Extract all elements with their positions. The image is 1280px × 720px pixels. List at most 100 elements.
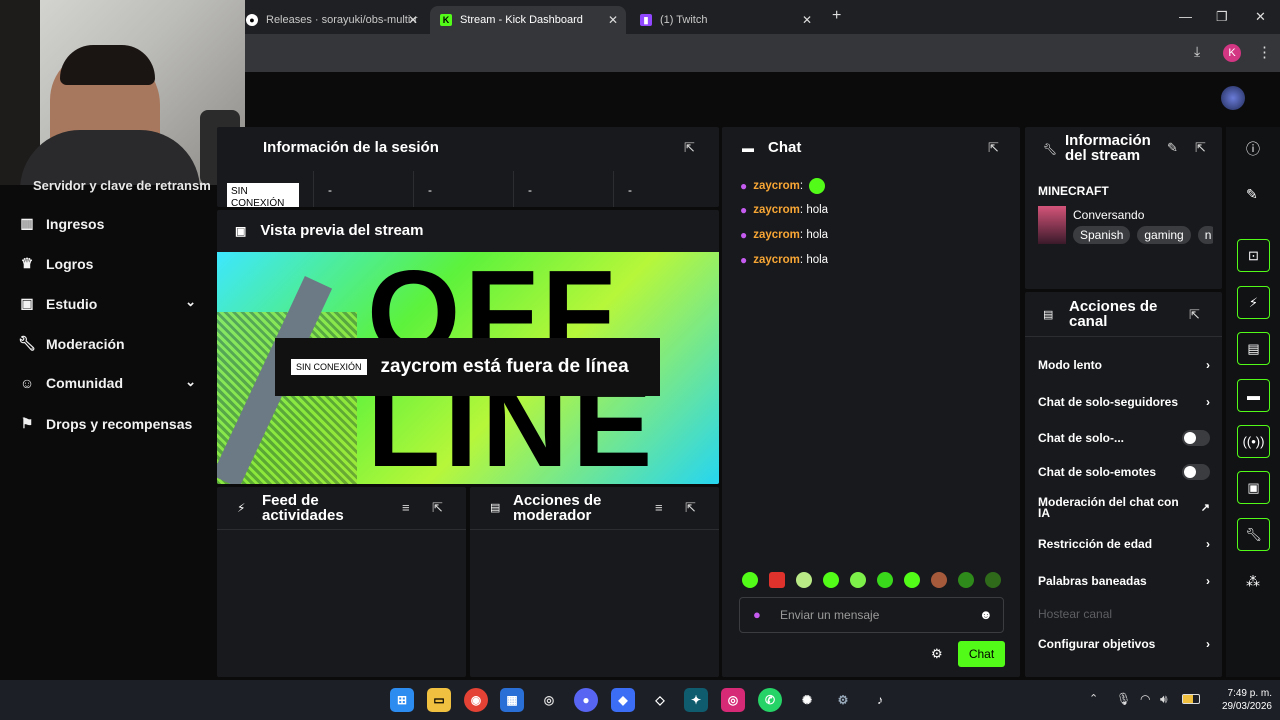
emote-icon[interactable] (904, 572, 920, 588)
lightning-icon[interactable]: ⚡︎ (1237, 286, 1270, 319)
battery-icon[interactable] (1182, 694, 1200, 704)
obs-icon[interactable]: ◎ (537, 688, 561, 712)
chat-username[interactable]: zaycrom (753, 254, 800, 266)
broadcast-icon[interactable]: ((•)) (1237, 425, 1270, 458)
volume-icon[interactable]: 🔊︎ (1160, 692, 1168, 707)
settings-gear-icon[interactable]: ⚙ (931, 646, 943, 662)
popout-icon[interactable]: ⇱ (432, 500, 443, 516)
stream-preview-header: ▣ Vista previa del stream (235, 222, 424, 239)
tiktok-icon[interactable]: ♪ (868, 688, 892, 712)
popout-icon[interactable]: ⇱ (1189, 307, 1200, 323)
sidebar-item-logros[interactable]: ♛ Logros (18, 255, 94, 272)
tag-chip[interactable]: gaming (1137, 226, 1191, 244)
offline-message: zaycrom está fuera de línea (380, 356, 629, 377)
discord-icon[interactable]: ● (574, 688, 598, 712)
instagram-icon[interactable]: ◎ (721, 688, 745, 712)
browser-menu-icon[interactable]: ⋮ (1257, 43, 1272, 61)
chrome-icon[interactable]: ◉ (464, 688, 488, 712)
action-ai-moderation[interactable]: Moderación del chat con IA ↗ (1038, 496, 1210, 519)
action-followers-only[interactable]: Chat de solo-seguidores › (1038, 395, 1210, 409)
settings-gear-icon[interactable]: ⚙ (831, 688, 855, 712)
chatgpt-icon[interactable]: ✺ (795, 688, 819, 712)
toggle-switch[interactable] (1182, 430, 1210, 446)
emote-icon[interactable] (796, 572, 812, 588)
emote-icon[interactable] (877, 572, 893, 588)
filter-icon[interactable]: ≡ (655, 500, 663, 515)
chat-username[interactable]: zaycrom (753, 229, 800, 241)
filter-icon[interactable]: ≡ (402, 500, 410, 515)
edit-pencil-icon[interactable]: ✎ (1167, 140, 1178, 156)
sidebar-item-comunidad[interactable]: ☺ Comunidad ⌄ (18, 374, 196, 391)
sidebar-item-estudio[interactable]: ▣ Estudio ⌄ (18, 294, 196, 312)
stat-value: - (313, 171, 413, 207)
emote-icon[interactable] (985, 572, 1001, 588)
editor-icon[interactable]: ✦ (684, 688, 708, 712)
minimize-icon[interactable]: — (1179, 9, 1192, 24)
action-age-restriction[interactable]: Restricción de edad › (1038, 537, 1210, 551)
emote-icon[interactable] (850, 572, 866, 588)
info-icon[interactable]: ⓘ (1246, 139, 1260, 159)
camera-focus-icon[interactable]: ⊡ (1237, 239, 1270, 272)
send-chat-button[interactable]: Chat (958, 641, 1005, 667)
wifi-icon[interactable]: ◠ (1140, 692, 1150, 706)
profile-avatar[interactable]: K (1223, 44, 1241, 62)
chat-input[interactable]: ● Enviar un mensaje ☻ (739, 597, 1004, 633)
action-emotes-only[interactable]: Chat de solo-emotes (1038, 464, 1210, 480)
popout-icon[interactable]: ⇱ (988, 140, 999, 156)
new-tab-button[interactable]: + (832, 7, 841, 25)
clock[interactable]: 7:49 p. m. 29/03/2026 (1212, 687, 1272, 713)
sidebar-item-ingresos[interactable]: ▥ Ingresos (18, 215, 104, 232)
edit-pencil-icon[interactable]: ✎ (1246, 186, 1258, 203)
video-icon[interactable]: ▣ (1237, 471, 1270, 504)
tab-twitch[interactable]: ▮ (1) Twitch ✕ (630, 6, 820, 34)
close-tab-icon[interactable]: ✕ (408, 13, 418, 27)
microphone-icon[interactable]: 🎙︎ (1116, 692, 1131, 706)
emote-icon[interactable] (823, 572, 839, 588)
sidebar-item-partial[interactable]: Servidor y clave de retransm (33, 178, 211, 193)
windows-start-icon[interactable]: ⊞ (390, 688, 414, 712)
toggle-switch[interactable] (1182, 464, 1210, 480)
popout-icon[interactable]: ⇱ (684, 140, 695, 156)
close-tab-icon[interactable]: ✕ (608, 13, 618, 27)
emote-icon[interactable] (742, 572, 758, 588)
emote-icon[interactable] (931, 572, 947, 588)
popout-icon[interactable]: ⇱ (685, 500, 696, 516)
close-tab-icon[interactable]: ✕ (802, 13, 812, 27)
emote-icon[interactable] (769, 572, 785, 588)
chevron-right-icon: › (1206, 358, 1210, 372)
sidebar-item-drops[interactable]: ⚑ Drops y recompensas (18, 415, 193, 432)
whatsapp-icon[interactable]: ✆ (758, 688, 782, 712)
chat-username[interactable]: zaycrom (753, 204, 800, 216)
action-configure-goals[interactable]: Configurar objetivos › (1038, 637, 1210, 651)
action-subscribers-only[interactable]: Chat de solo-... (1038, 430, 1210, 446)
tab-kick-dashboard[interactable]: K Stream - Kick Dashboard ✕ (430, 6, 626, 34)
tag-chip[interactable]: n (1197, 226, 1213, 244)
sidebar-item-moderacion[interactable]: 🔧︎ Moderación (18, 335, 124, 352)
stream-info-panel: 🔧︎ Información del stream ✎ ⇱ MINECRAFT … (1025, 127, 1222, 289)
store-icon[interactable]: ▦ (500, 688, 524, 712)
action-banned-words[interactable]: Palabras baneadas › (1038, 574, 1210, 588)
app-icon[interactable]: ◆ (611, 688, 635, 712)
apps-icon[interactable]: ⁂ (1246, 573, 1260, 590)
chevron-up-icon[interactable]: ⌃ (1089, 692, 1098, 705)
popout-icon[interactable]: ⇱ (1195, 140, 1206, 156)
tab-label: (1) Twitch (660, 14, 708, 26)
stream-preview-panel: ▣ Vista previa del stream OFF LINE SIN C… (217, 210, 719, 484)
download-icon[interactable]: ⤓ (1194, 43, 1200, 60)
document-icon[interactable]: ▤ (1237, 332, 1270, 365)
chevron-right-icon: › (1206, 574, 1210, 588)
tag-chip[interactable]: Spanish (1073, 226, 1131, 244)
tab-releases[interactable]: ● Releases · sorayuki/obs-multi-r ✕ (236, 6, 426, 34)
chat-bubble-icon[interactable]: ▬ (1237, 379, 1270, 412)
chat-username[interactable]: zaycrom (753, 180, 800, 192)
window-close-icon[interactable]: ✕ (1255, 9, 1266, 25)
action-slow-mode[interactable]: Modo lento › (1038, 358, 1210, 372)
emote-icon[interactable] (958, 572, 974, 588)
roblox-icon[interactable]: ◇ (648, 688, 672, 712)
emoji-icon[interactable]: ☻ (979, 607, 993, 622)
user-avatar[interactable] (1221, 86, 1245, 110)
sidebar-item-label: Ingresos (46, 215, 105, 232)
maximize-icon[interactable]: ❐ (1216, 9, 1228, 25)
wrench-icon[interactable]: 🔧︎ (1237, 518, 1270, 551)
file-explorer-icon[interactable]: ▭ (427, 688, 451, 712)
